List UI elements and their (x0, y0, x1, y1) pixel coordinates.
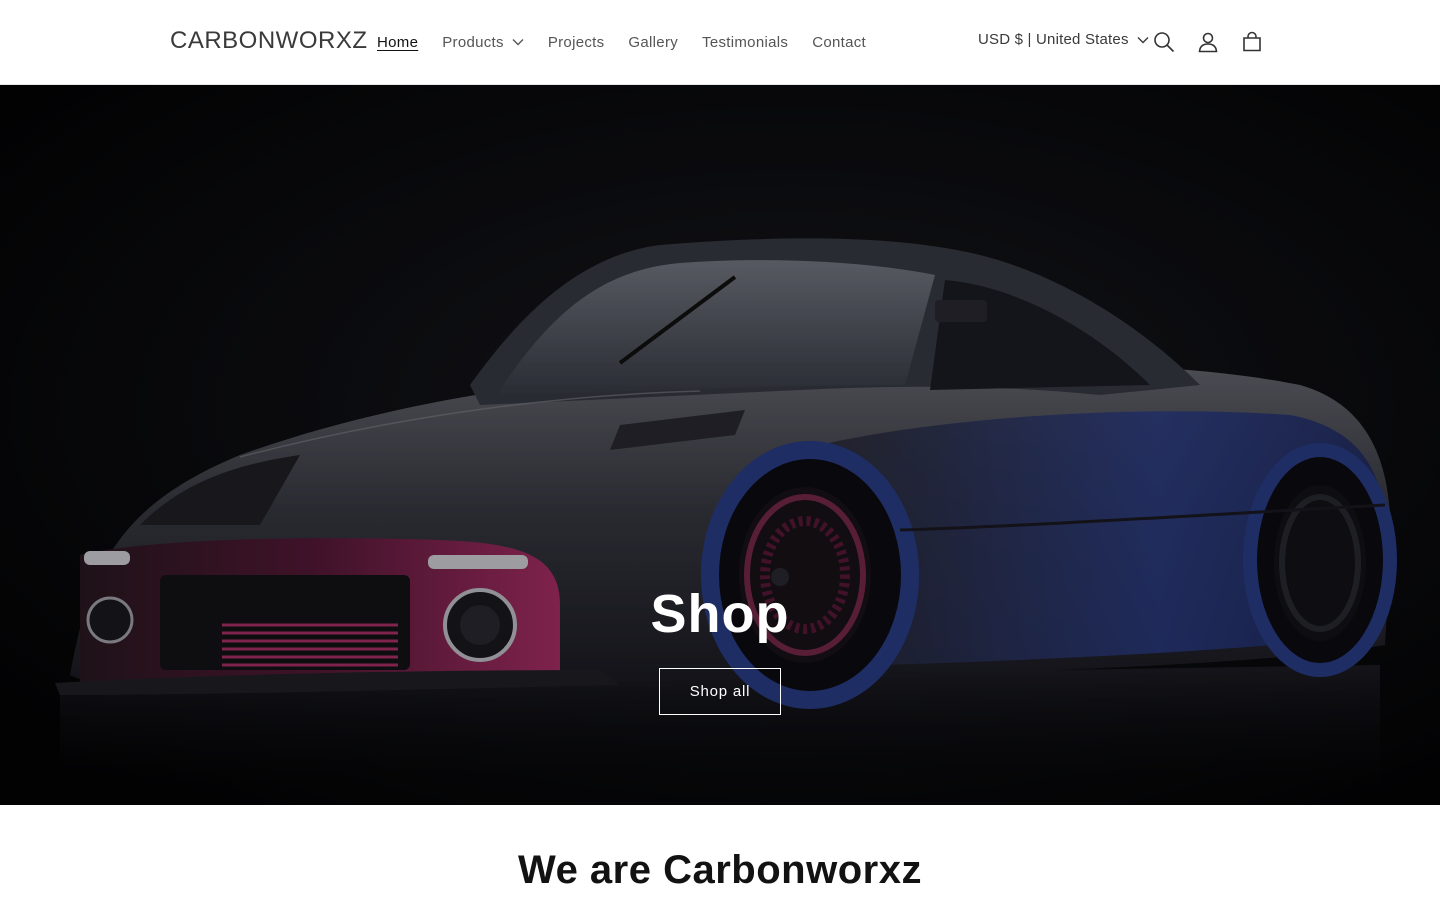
hero-title: Shop (650, 584, 790, 644)
currency-label: USD $ | United States (978, 31, 1129, 48)
nav-products[interactable]: Products (430, 34, 536, 51)
site-logo[interactable]: CARBONWORXZ (170, 27, 368, 55)
site-header: CARBONWORXZ Home Products Projects Galle… (0, 0, 1440, 85)
hero-banner: Shop Shop all (0, 85, 1440, 805)
chevron-down-icon (512, 39, 524, 46)
about-heading: We are Carbonworxz (518, 848, 922, 892)
account-icon (1198, 32, 1218, 53)
cart-button[interactable] (1236, 26, 1268, 58)
nav-products-label: Products (442, 33, 504, 51)
nav-contact[interactable]: Contact (800, 34, 878, 51)
shop-all-button[interactable]: Shop all (659, 668, 781, 715)
nav-projects[interactable]: Projects (536, 34, 617, 51)
nav-testimonials[interactable]: Testimonials (690, 34, 800, 51)
header-tools: USD $ | United States (940, 0, 1440, 84)
account-button[interactable] (1192, 26, 1224, 58)
nav-gallery[interactable]: Gallery (616, 34, 690, 51)
search-button[interactable] (1148, 26, 1180, 58)
cart-icon (1243, 31, 1261, 52)
chevron-down-icon (1137, 36, 1149, 43)
currency-selector[interactable]: USD $ | United States (978, 31, 1149, 48)
nav-home[interactable]: Home (365, 34, 430, 51)
main-nav: Home Products Projects Gallery Testimoni… (365, 0, 878, 84)
search-icon (1154, 32, 1175, 53)
